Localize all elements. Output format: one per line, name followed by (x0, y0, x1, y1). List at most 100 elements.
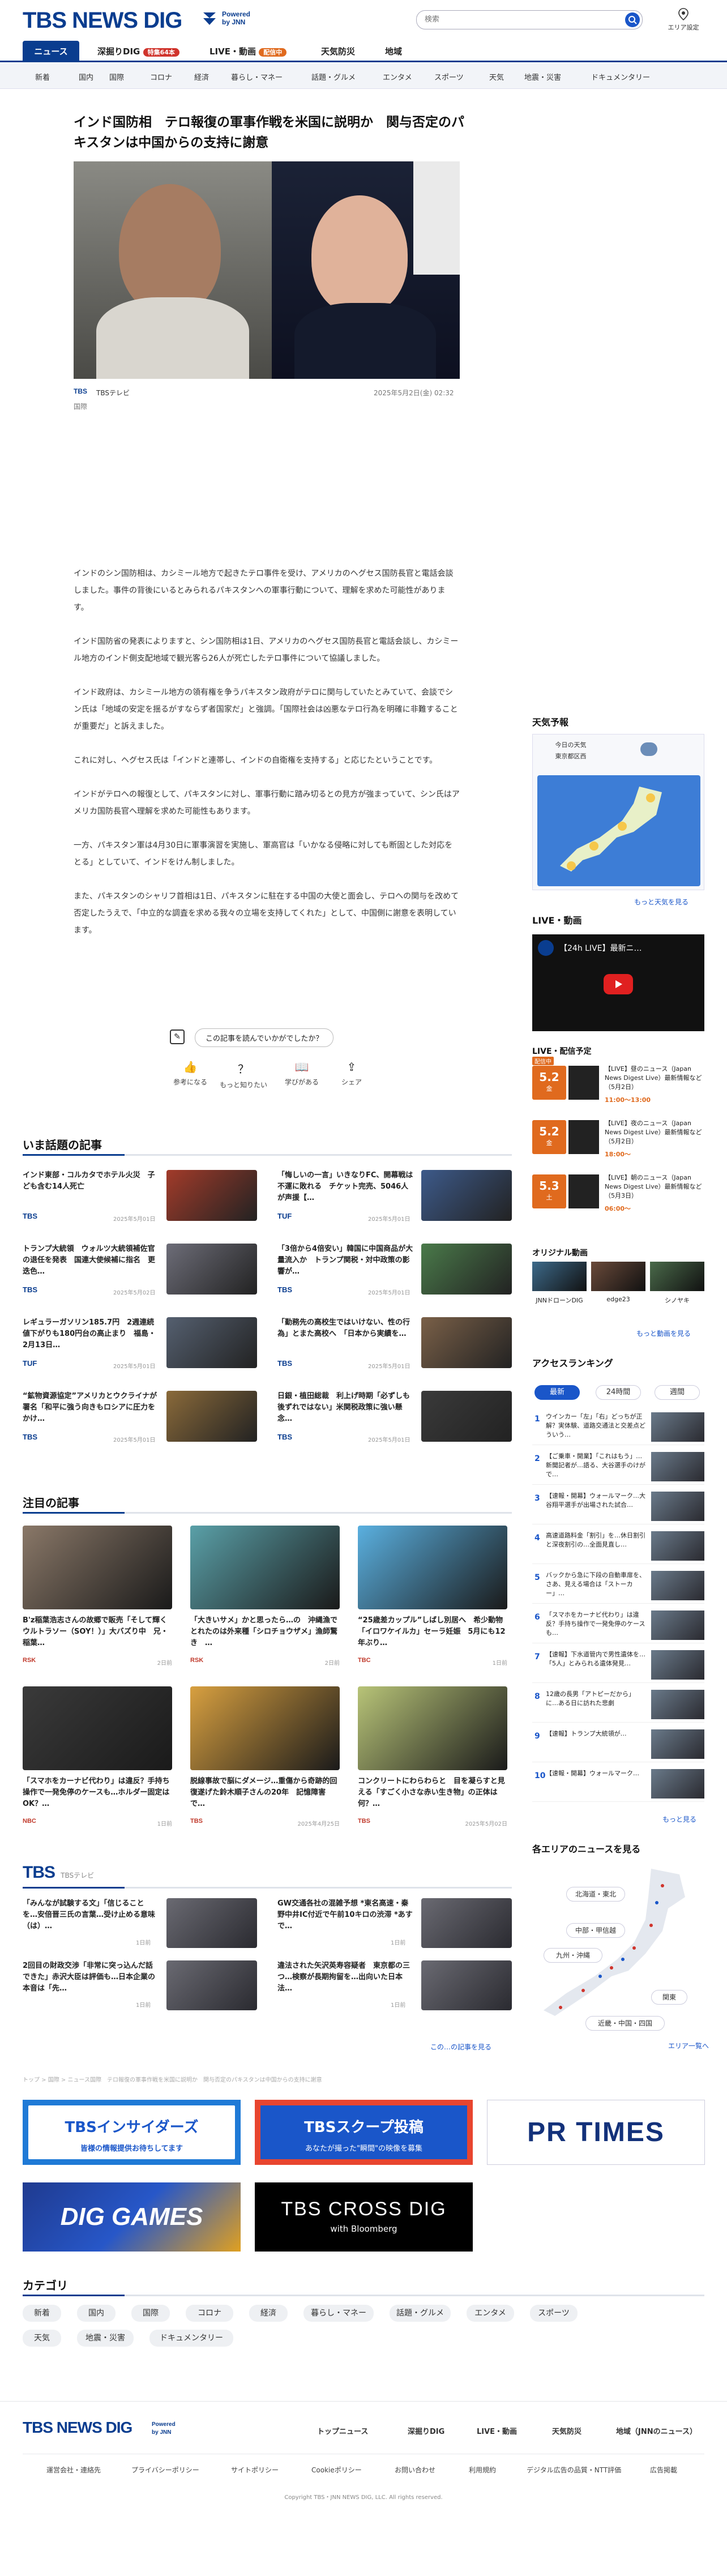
article-source[interactable]: TBSテレビ (96, 388, 130, 398)
footer-small-link[interactable]: プライバシーポリシー (131, 2465, 199, 2475)
footer-small-link[interactable]: 運営会社・連絡先 (46, 2465, 101, 2475)
nav-item[interactable]: エンタメ (383, 71, 412, 82)
nav-item[interactable]: 地震・災害 (524, 71, 561, 82)
category-pill[interactable]: 地震・災害 (77, 2330, 134, 2347)
ranking-tab-24h[interactable]: 24時間 (596, 1385, 641, 1400)
banner-dig-games[interactable]: DIG GAMES (23, 2182, 241, 2252)
trending-item[interactable]: レギュラーガソリン185.7円 2週連続値下がりも180円台の高止まり 福島・2… (23, 1317, 257, 1379)
category-pill[interactable]: 経済 (249, 2305, 288, 2322)
tbs-item[interactable]: 違法された矢沢英寿容疑者 東京都の三つ…検察が長期拘留を…出向いた日本法… 1日前 (277, 1960, 512, 2015)
ranking-item[interactable]: 7 【速報】下水道管内で男性遺体を…「5人」とみられる遺体発見… (532, 1648, 704, 1683)
original-video[interactable]: edge23 (591, 1262, 645, 1312)
area-kanto[interactable]: 関東 (651, 1990, 687, 2005)
original-video[interactable]: JNNドローンDIG (532, 1262, 587, 1312)
tbs-more-link[interactable]: この…の記事を見る (430, 2042, 491, 2052)
trending-item[interactable]: 日銀・植田総裁 利上げ時期「必ずしも後ずれではない」米関税政策に強い懸念… TBS… (277, 1391, 512, 1453)
schedule-item[interactable]: 5.2 金 【LIVE】昼のニュース（Japan News Digest Live）… (532, 1057, 704, 1110)
reaction-share[interactable]: ⇪ シェア (332, 1060, 371, 1087)
category-pill[interactable]: スポーツ (530, 2305, 578, 2322)
footer-small-link[interactable]: サイトポリシー (231, 2465, 279, 2475)
trending-item[interactable]: トランプ大統領 ウォルツ大統領補佐官の退任を発表 国連大使候補に指名 更迭色… T… (23, 1244, 257, 1306)
category-pill[interactable]: 暮らし・マネー (303, 2305, 374, 2322)
tbs-item[interactable]: 2回目の財政交渉「非常に突っ込んだ話できた」赤沢大臣は評価も…日本企業の本音は「… (23, 1960, 257, 2015)
trending-item[interactable]: インド東部・コルカタでホテル火災 子ども含む14人死亡 TBS 2025年5月01日 (23, 1170, 257, 1232)
featured-item[interactable]: B'z稲葉浩志さんの故郷で販売「そして輝くウルトラソー（SOY！）」大バズり中 … (23, 1526, 172, 1678)
footer-small-link[interactable]: お問い合わせ (395, 2465, 435, 2475)
ranking-tab-week[interactable]: 週間 (655, 1385, 700, 1400)
banner-scoop[interactable]: TBSスクープ投稿 あなたが撮った"瞬間"の映像を募集 (255, 2100, 473, 2165)
featured-item[interactable]: コンクリートにわらわらと 目を凝らすと見える「すごく小さな赤い生き物」の正体は何… (358, 1686, 507, 1839)
nav-item[interactable]: 話題・グルメ (311, 71, 356, 82)
tab-region[interactable]: 地域 (385, 45, 402, 57)
ranking-tab-latest[interactable]: 最新 (534, 1385, 580, 1400)
live-video-player[interactable]: 【24h LIVE】最新ニ… (532, 934, 704, 1031)
footer-small-link[interactable]: Cookieポリシー (311, 2465, 362, 2475)
tab-weather[interactable]: 天気防災 (321, 45, 355, 57)
trending-item[interactable]: 「3倍から4倍安い」韓国に中国商品が大量流入か トランプ関税・対中政策の影響が…… (277, 1244, 512, 1306)
area-more-link[interactable]: エリア一覧へ (668, 2041, 709, 2050)
banner-prtimes[interactable]: PR TIMES (487, 2100, 705, 2165)
schedule-item[interactable]: 5.2 金 【LIVE】夜のニュース（Japan News Digest Live）… (532, 1114, 704, 1164)
nav-item[interactable]: コロナ (150, 71, 172, 82)
search-input[interactable] (425, 15, 606, 24)
footer-link[interactable]: 天気防災 (552, 2425, 581, 2436)
tab-news[interactable]: ニュース (23, 41, 79, 62)
ranking-item[interactable]: 4 高速道路料金「割引」を…休日割引と深夜割引の…全面見直し… (532, 1529, 704, 1564)
category-pill[interactable]: エンタメ (467, 2305, 514, 2322)
tbs-item[interactable]: GW交通各社の混雑予想 *東名高速・秦野中井IC付近で午前10キロの渋滞 *あす… (277, 1898, 512, 1953)
ranking-item[interactable]: 3 【速報・開幕】ウォールマーク…大谷翔平選手が出場された試合… (532, 1489, 704, 1524)
search-field[interactable] (416, 10, 643, 29)
banner-insiders[interactable]: TBSインサイダーズ 皆様の情報提供お待ちしてます (23, 2100, 241, 2165)
tab-live[interactable]: LIVE・動画 配信中 (209, 45, 287, 57)
original-more-link[interactable]: もっと動画を見る (636, 1328, 691, 1338)
category-pill[interactable]: ドキュメンタリー (149, 2330, 233, 2347)
footer-link[interactable]: 深掘りDIG (408, 2425, 444, 2436)
footer-small-link[interactable]: 広告掲載 (650, 2465, 677, 2475)
tab-dig[interactable]: 深掘りDIG 特集64本 (97, 45, 179, 57)
schedule-item[interactable]: 5.3 土 【LIVE】朝のニュース（Japan News Digest Live）… (532, 1169, 704, 1219)
banner-cross-dig[interactable]: TBS CROSS DIG with Bloomberg (255, 2182, 473, 2252)
ranking-item[interactable]: 2 【ご乗車・開業】「これはもう」…新聞記者が…語る、大谷選手のけがで… (532, 1450, 704, 1485)
breadcrumb[interactable]: トップ > 国際 > ニュース国際 テロ報復の軍事作戦を米国に説明か 関与否定の… (23, 2075, 510, 2083)
ranking-more-link[interactable]: もっと見る (662, 1814, 696, 1824)
footer-logo[interactable]: TBS NEWS DIG (23, 2419, 132, 2437)
reaction-more[interactable]: ？ もっと知りたい (215, 1060, 272, 1090)
ranking-item[interactable]: 5 バックから急に下段の自動車扉を、さあ、見える場合は「ストーカー」… (532, 1569, 704, 1604)
trending-item[interactable]: 「勤務先の高校生ではいけない、性の行為」とまた高校へ 「日本から実績を… TBS 2… (277, 1317, 512, 1379)
category-pill[interactable]: 国際 (131, 2305, 170, 2322)
category-pill[interactable]: コロナ (186, 2305, 233, 2322)
reaction-learn[interactable]: 📖 学びがある (276, 1060, 327, 1087)
category-pill[interactable]: 天気 (23, 2330, 61, 2347)
footer-link[interactable]: LIVE・動画 (477, 2425, 517, 2436)
nav-item[interactable]: ドキュメンタリー (591, 71, 650, 82)
area-hokkaido-tohoku[interactable]: 北海道・東北 (566, 1887, 625, 1902)
search-button[interactable] (625, 12, 640, 27)
tbs-item[interactable]: 「みんなが試験する文」「信じることを…安倍晋三氏の言葉…受け止める意味（は）… 1… (23, 1898, 257, 1953)
article-category[interactable]: 国際 (74, 401, 87, 411)
footer-link[interactable]: 地域（JNNのニュース） (616, 2425, 697, 2436)
weather-today[interactable]: 今日の天気 東京都区西 (540, 740, 602, 761)
original-video[interactable]: シノヤキ (650, 1262, 704, 1312)
ranking-item[interactable]: 8 12歳の長男「アトピーだから」に…ある日に訪れた悲劇 (532, 1688, 704, 1723)
trending-item[interactable]: “鉱物資源協定”アメリカとウクライナが署名「和平に強う向きもロシアに圧力をかけ…… (23, 1391, 257, 1453)
ranking-item[interactable]: 9 【速報】トランプ大統領が… (532, 1727, 704, 1762)
featured-item[interactable]: “25歳差カップル”しばし別居へ 希少動物「イロワケイルカ」セーラ妊娠 5月にも… (358, 1526, 507, 1678)
nav-item[interactable]: 天気 (489, 71, 504, 82)
weather-map[interactable] (537, 775, 700, 886)
area-setting[interactable]: エリア設定 (664, 8, 703, 32)
featured-item[interactable]: 脱線事故で脳にダメージ…重傷から奇跡的回復遂げた鈴木順子さんの20年 記憶障害で… (190, 1686, 340, 1839)
trending-item[interactable]: 「悔しいの一言」いきなりFC、開幕戦は不運に敗れる チケット完売、5046人が声… (277, 1170, 512, 1232)
nav-item[interactable]: 経済 (194, 71, 209, 82)
footer-small-link[interactable]: 利用規約 (469, 2465, 496, 2475)
area-kinki[interactable]: 近畿・中国・四国 (585, 2016, 665, 2031)
nav-item[interactable]: 新着 (35, 71, 50, 82)
category-pill[interactable]: 国内 (77, 2305, 116, 2322)
nav-item[interactable]: 国際 (109, 71, 124, 82)
category-pill[interactable]: 新着 (23, 2305, 61, 2322)
area-chubu[interactable]: 中部・甲信越 (566, 1923, 625, 1938)
ranking-item[interactable]: 1 ウインカー「左」「右」どっちが正解？実体験、道路交通法と交差点どういう… (532, 1410, 704, 1445)
reaction-helpful[interactable]: 👍 参考になる (168, 1060, 213, 1087)
nav-item[interactable]: 国内 (79, 71, 93, 82)
nav-item[interactable]: スポーツ (434, 71, 464, 82)
nav-item[interactable]: 暮らし・マネー (231, 71, 283, 82)
